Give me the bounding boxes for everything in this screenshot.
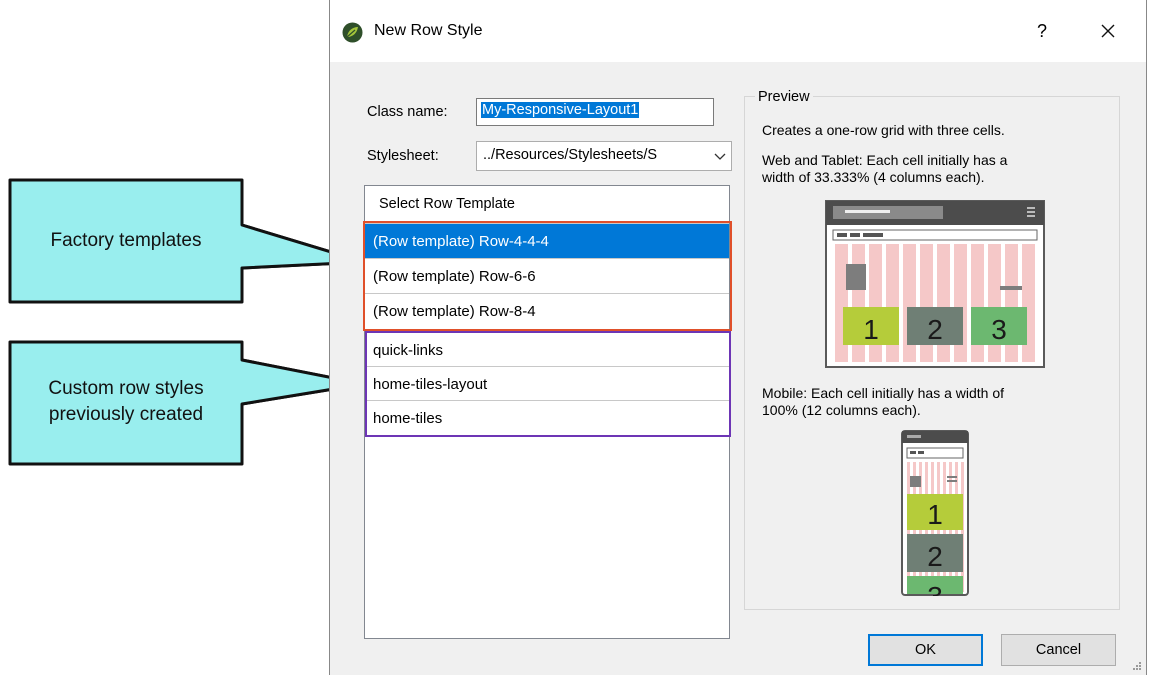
callout-tips: [238, 223, 366, 406]
dialog-title: New Row Style: [374, 22, 483, 39]
class-name-input[interactable]: My-Responsive-Layout1: [476, 98, 714, 126]
list-item[interactable]: (Row template) Row-4-4-4: [365, 223, 729, 258]
preview-mobile-line1: Mobile: Each cell initially has a width …: [762, 385, 1005, 401]
custom-styles-callout: Custom row styles previously created: [12, 376, 240, 428]
list-item[interactable]: home-tiles: [365, 400, 729, 435]
title-bar: New Row Style ?: [330, 0, 1146, 62]
close-button[interactable]: [1090, 16, 1126, 46]
mobile-cell-1: 1: [927, 499, 943, 530]
mobile-cell-3: 3: [927, 581, 943, 596]
custom-callout-line1: Custom row styles: [48, 378, 204, 399]
chevron-down-icon: [714, 153, 726, 160]
resize-grip-icon[interactable]: [1132, 661, 1142, 671]
mobile-cell-2: 2: [927, 541, 943, 572]
class-name-label: Class name:: [367, 104, 448, 120]
preview-legend: Preview: [755, 89, 813, 105]
list-item[interactable]: home-tiles-layout: [365, 366, 729, 401]
app-logo-icon: [342, 22, 363, 43]
list-item[interactable]: (Row template) Row-8-4: [365, 293, 729, 328]
desktop-preview-image: 1 2 3: [825, 200, 1045, 368]
help-button[interactable]: ?: [1030, 16, 1054, 46]
list-header: Select Row Template: [379, 196, 515, 212]
class-name-value: My-Responsive-Layout1: [481, 102, 640, 118]
cancel-button[interactable]: Cancel: [1001, 634, 1116, 666]
new-row-style-dialog: New Row Style ? Class name: My-Responsiv…: [329, 0, 1147, 675]
mobile-preview-image: 1 2 3: [901, 430, 969, 596]
desktop-cell-2: 2: [927, 314, 943, 345]
stylesheet-dropdown[interactable]: ../Resources/Stylesheets/S: [476, 141, 732, 171]
custom-callout-line2: previously created: [48, 404, 204, 425]
desktop-cell-3: 3: [991, 314, 1007, 345]
list-item[interactable]: (Row template) Row-6-6: [365, 258, 729, 293]
preview-mobile-line2: 100% (12 columns each).: [762, 402, 921, 418]
factory-templates-callout: Factory templates: [50, 230, 202, 251]
preview-summary: Creates a one-row grid with three cells.: [762, 122, 1005, 138]
desktop-cell-1: 1: [863, 314, 879, 345]
stylesheet-value: ../Resources/Stylesheets/S: [483, 147, 658, 163]
row-template-list[interactable]: Select Row Template (Row template) Row-4…: [364, 185, 730, 639]
preview-web-line2: width of 33.333% (4 columns each).: [762, 169, 985, 185]
close-icon: [1101, 24, 1115, 38]
preview-web-line1: Web and Tablet: Each cell initially has …: [762, 152, 1008, 168]
stylesheet-label: Stylesheet:: [367, 148, 439, 164]
ok-button[interactable]: OK: [868, 634, 983, 666]
list-item[interactable]: quick-links: [365, 332, 729, 367]
